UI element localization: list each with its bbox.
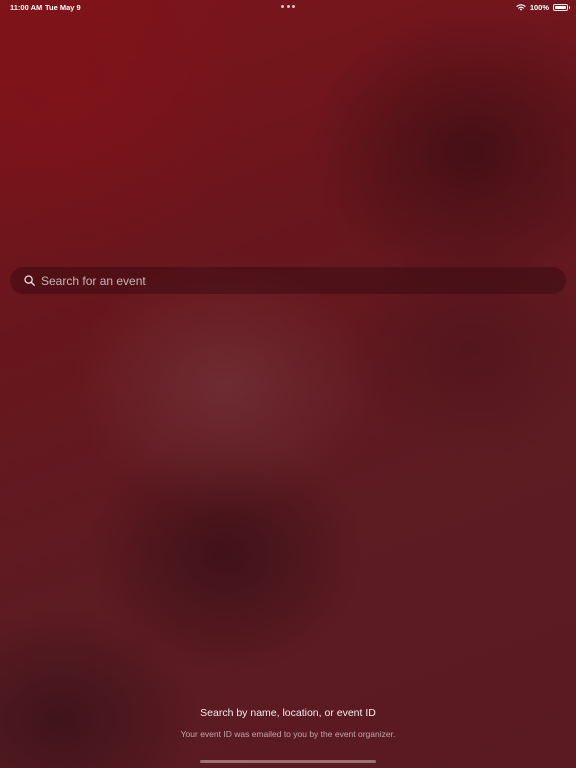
status-bar: 11:00 AM Tue May 9 100% — [0, 0, 576, 14]
search-hint-subtitle: Your event ID was emailed to you by the … — [180, 729, 396, 739]
status-indicators: 100% — [516, 2, 570, 12]
home-indicator[interactable] — [200, 760, 376, 763]
search-bar[interactable] — [10, 267, 566, 294]
status-time: 11:00 AM — [10, 3, 43, 12]
battery-percent: 100% — [529, 2, 549, 12]
search-hint-title: Search by name, location, or event ID — [200, 707, 376, 719]
status-date: Tue May 9 — [45, 3, 81, 12]
search-icon — [23, 275, 35, 287]
search-input[interactable] — [41, 270, 566, 291]
multitasking-dots-icon[interactable] — [281, 5, 295, 9]
battery-level-fill — [555, 5, 566, 9]
battery-icon — [553, 3, 570, 11]
wifi-icon — [516, 3, 526, 11]
